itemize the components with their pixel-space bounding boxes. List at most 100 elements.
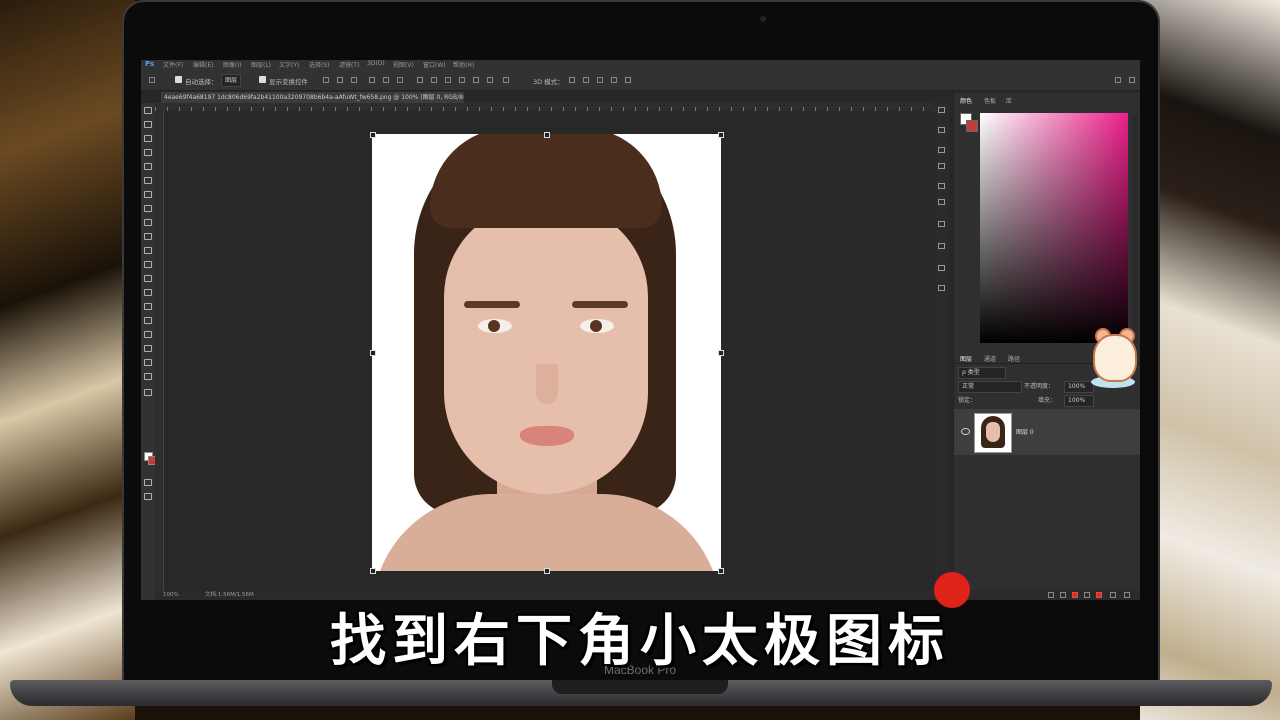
rotate-3d-icon[interactable] bbox=[569, 77, 575, 83]
brush-tool-icon[interactable] bbox=[144, 205, 152, 212]
color-picker-field[interactable] bbox=[980, 113, 1128, 343]
align-top-icon[interactable] bbox=[369, 77, 375, 83]
clone-source-icon[interactable] bbox=[938, 199, 945, 205]
tab-swatches[interactable]: 色板 bbox=[984, 96, 996, 105]
rectangle-tool-icon[interactable] bbox=[144, 345, 152, 352]
distribute-left-icon[interactable] bbox=[459, 77, 465, 83]
layer-thumbnail[interactable] bbox=[974, 413, 1012, 453]
paragraph-icon[interactable] bbox=[938, 127, 945, 133]
hand-tool-icon[interactable] bbox=[144, 359, 152, 366]
auto-select-dropdown[interactable]: 图层 bbox=[221, 74, 242, 87]
menu-image[interactable]: 图像(I) bbox=[223, 60, 241, 69]
transform-handle[interactable] bbox=[544, 132, 550, 138]
actions-play-icon[interactable] bbox=[938, 243, 945, 249]
auto-select-label: 自动选择： bbox=[185, 78, 218, 86]
move-tool-icon[interactable] bbox=[149, 77, 155, 83]
transform-controls-checkbox[interactable] bbox=[259, 76, 266, 83]
layer-name[interactable]: 图层 0 bbox=[1016, 427, 1034, 436]
navigator-icon[interactable] bbox=[938, 221, 945, 227]
screen-mode-icon[interactable] bbox=[144, 493, 152, 500]
fill-field[interactable]: 100% bbox=[1064, 395, 1094, 407]
ps-logo-icon: Ps bbox=[145, 60, 155, 68]
gradient-tool-icon[interactable] bbox=[144, 261, 152, 268]
align-right-icon[interactable] bbox=[351, 77, 357, 83]
character-icon[interactable] bbox=[938, 265, 945, 271]
document-tab[interactable]: 4eae69f4a68197 1dc806d69fa2b41100a320970… bbox=[161, 92, 464, 103]
menu-file[interactable]: 文件(F) bbox=[163, 60, 183, 69]
quick-mask-icon[interactable] bbox=[144, 479, 152, 486]
menu-3d[interactable]: 3D(D) bbox=[367, 60, 385, 67]
menu-select[interactable]: 选择(S) bbox=[309, 60, 330, 69]
search-icon[interactable] bbox=[1115, 77, 1121, 83]
menu-view[interactable]: 视图(V) bbox=[393, 60, 414, 69]
left-eye bbox=[478, 319, 512, 333]
eyedropper-tool-icon[interactable] bbox=[144, 177, 152, 184]
align-left-icon[interactable] bbox=[323, 77, 329, 83]
menu-layer[interactable]: 图层(L) bbox=[251, 60, 271, 69]
slide-3d-icon[interactable] bbox=[611, 77, 617, 83]
lasso-tool-icon[interactable] bbox=[144, 135, 152, 142]
distribute-top-icon[interactable] bbox=[417, 77, 423, 83]
menu-help[interactable]: 帮助(H) bbox=[453, 60, 474, 69]
hue-slider[interactable] bbox=[1132, 115, 1138, 341]
transform-handle[interactable] bbox=[718, 568, 724, 574]
kind-filter-dropdown[interactable]: ρ 类型 bbox=[958, 367, 1006, 379]
magic-wand-tool-icon[interactable] bbox=[144, 149, 152, 156]
path-selection-tool-icon[interactable] bbox=[144, 331, 152, 338]
align-middle-icon[interactable] bbox=[383, 77, 389, 83]
tab-paths[interactable]: 路径 bbox=[1008, 354, 1020, 363]
transform-handle[interactable] bbox=[718, 350, 724, 356]
distribute-center-icon[interactable] bbox=[473, 77, 479, 83]
auto-align-icon[interactable] bbox=[503, 77, 509, 83]
type-tool-icon[interactable] bbox=[144, 317, 152, 324]
menu-edit[interactable]: 编辑(E) bbox=[193, 60, 213, 69]
move-tool-icon[interactable] bbox=[144, 107, 152, 114]
face bbox=[444, 204, 648, 494]
panel-background-swatch[interactable] bbox=[966, 120, 978, 132]
zoom-tool-icon[interactable] bbox=[144, 373, 152, 380]
right-eyebrow bbox=[572, 301, 628, 308]
dodge-tool-icon[interactable] bbox=[144, 289, 152, 296]
glyphs-icon[interactable] bbox=[938, 285, 945, 291]
blend-mode-dropdown[interactable]: 正常 bbox=[958, 381, 1022, 393]
clone-stamp-tool-icon[interactable] bbox=[144, 219, 152, 226]
roll-3d-icon[interactable] bbox=[583, 77, 589, 83]
menu-filter[interactable]: 滤镜(T) bbox=[339, 60, 359, 69]
drag-3d-icon[interactable] bbox=[597, 77, 603, 83]
brush-settings-icon[interactable] bbox=[938, 183, 945, 189]
more-tools-icon[interactable] bbox=[144, 389, 152, 396]
align-center-icon[interactable] bbox=[337, 77, 343, 83]
tab-layers[interactable]: 图层 bbox=[960, 354, 972, 363]
blur-tool-icon[interactable] bbox=[144, 275, 152, 282]
transform-handle[interactable] bbox=[544, 568, 550, 574]
marquee-tool-icon[interactable] bbox=[144, 121, 152, 128]
options-bar: 自动选择： 图层 显示变换控件 3D 模式： bbox=[141, 70, 1140, 91]
scale-3d-icon[interactable] bbox=[625, 77, 631, 83]
tab-channels[interactable]: 通道 bbox=[984, 354, 996, 363]
visibility-eye-icon[interactable] bbox=[961, 428, 970, 435]
portrait-image[interactable] bbox=[372, 134, 721, 571]
healing-brush-tool-icon[interactable] bbox=[144, 191, 152, 198]
menu-type[interactable]: 文字(Y) bbox=[279, 60, 299, 69]
history-icon[interactable] bbox=[938, 107, 945, 113]
distribute-bottom-icon[interactable] bbox=[445, 77, 451, 83]
eraser-tool-icon[interactable] bbox=[144, 247, 152, 254]
menu-window[interactable]: 窗口(W) bbox=[423, 60, 446, 69]
distribute-middle-icon[interactable] bbox=[431, 77, 437, 83]
history-brush-tool-icon[interactable] bbox=[144, 233, 152, 240]
crop-tool-icon[interactable] bbox=[144, 163, 152, 170]
tab-libraries[interactable]: 库 bbox=[1006, 96, 1012, 105]
tab-color[interactable]: 颜色 bbox=[960, 96, 972, 105]
transform-handle[interactable] bbox=[370, 350, 376, 356]
transform-handle[interactable] bbox=[370, 568, 376, 574]
distribute-right-icon[interactable] bbox=[487, 77, 493, 83]
workspace-icon[interactable] bbox=[1129, 77, 1135, 83]
layer-row[interactable]: 图层 0 bbox=[954, 409, 1140, 455]
properties-icon[interactable] bbox=[938, 147, 945, 153]
transform-handle[interactable] bbox=[718, 132, 724, 138]
adjustments-icon[interactable] bbox=[938, 163, 945, 169]
align-bottom-icon[interactable] bbox=[397, 77, 403, 83]
transform-handle[interactable] bbox=[370, 132, 376, 138]
pen-tool-icon[interactable] bbox=[144, 303, 152, 310]
auto-select-checkbox[interactable] bbox=[175, 76, 182, 83]
